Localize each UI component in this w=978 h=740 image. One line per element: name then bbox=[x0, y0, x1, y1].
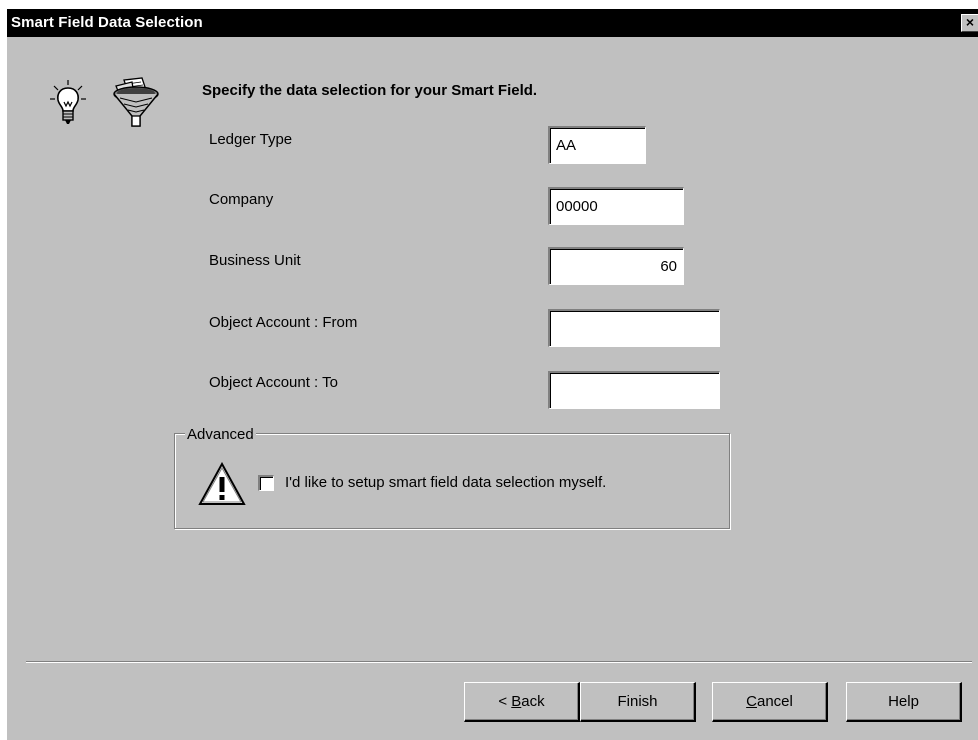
title-bar[interactable]: Smart Field Data Selection × bbox=[7, 9, 978, 37]
back-prefix: < bbox=[498, 693, 512, 710]
business-unit-label: Business Unit bbox=[209, 252, 301, 269]
back-button[interactable]: < Back bbox=[464, 682, 580, 722]
ledger-type-input[interactable] bbox=[548, 126, 646, 164]
ledger-type-label: Ledger Type bbox=[209, 131, 293, 148]
back-rest: ack bbox=[521, 693, 545, 710]
setup-myself-label[interactable]: I'd like to setup smart field data selec… bbox=[285, 474, 606, 491]
object-account-from-label: Object Account : From bbox=[209, 314, 358, 331]
lightbulb-icon bbox=[50, 80, 86, 124]
page-heading: Specify the data selection for your Smar… bbox=[202, 82, 538, 99]
footer-separator bbox=[26, 661, 972, 663]
cancel-rest: ancel bbox=[756, 693, 793, 710]
back-accel: B bbox=[511, 693, 522, 710]
company-label: Company bbox=[209, 191, 274, 208]
cancel-button[interactable]: Cancel bbox=[712, 682, 828, 722]
help-button[interactable]: Help bbox=[846, 682, 962, 722]
cancel-accel: C bbox=[746, 693, 757, 710]
object-account-to-label: Object Account : To bbox=[209, 374, 338, 391]
close-button[interactable]: × bbox=[961, 14, 978, 32]
finish-button[interactable]: Finish bbox=[580, 682, 696, 722]
company-input[interactable] bbox=[548, 187, 684, 225]
object-account-to-input[interactable] bbox=[548, 371, 720, 409]
close-icon: × bbox=[965, 14, 975, 30]
object-account-from-input[interactable] bbox=[548, 309, 720, 347]
business-unit-input[interactable] bbox=[548, 247, 684, 285]
finish-label: Finish bbox=[617, 693, 658, 710]
funnel-icon bbox=[113, 77, 159, 127]
help-label: Help bbox=[888, 693, 919, 710]
warning-icon bbox=[198, 462, 246, 505]
window-title: Smart Field Data Selection bbox=[11, 14, 203, 31]
advanced-legend: Advanced bbox=[185, 426, 256, 443]
setup-myself-checkbox[interactable] bbox=[258, 475, 274, 491]
